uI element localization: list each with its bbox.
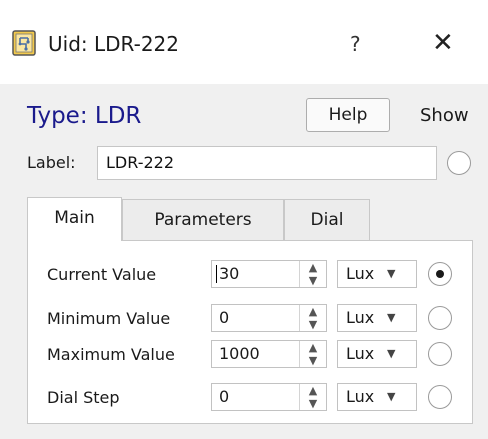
window-title: Uid: LDR-222 (48, 32, 180, 56)
dial-step-radio[interactable] (428, 385, 452, 409)
minimum-value-spinbox[interactable]: 0 ▲ ▼ (211, 304, 327, 332)
maximum-value-spinbox[interactable]: 1000 ▲ ▼ (211, 340, 327, 368)
dial-step-spinbox[interactable]: 0 ▲ ▼ (211, 383, 327, 411)
current-value-unit-select[interactable]: Lux ▼ (337, 260, 417, 288)
minimum-value-unit-select[interactable]: Lux ▼ (337, 304, 417, 332)
tab-dial[interactable]: Dial (284, 199, 370, 240)
tab-parameters[interactable]: Parameters (122, 199, 284, 240)
minimum-value-radio[interactable] (428, 306, 452, 330)
dropdown-arrow-icon: ▼ (387, 311, 396, 324)
current-value-spinbox[interactable]: 30 ▲ ▼ (211, 260, 327, 288)
dial-step-unit-select[interactable]: Lux ▼ (337, 383, 417, 411)
unit-label: Lux (346, 264, 375, 283)
dial-step-label: Dial Step (47, 388, 120, 407)
maximum-value-unit-select[interactable]: Lux ▼ (337, 340, 417, 368)
tab-main[interactable]: Main (27, 197, 122, 241)
dropdown-arrow-icon: ▼ (387, 267, 396, 280)
title-bar: Uid: LDR-222 ? ✕ (0, 0, 488, 84)
dropdown-arrow-icon: ▼ (387, 347, 396, 360)
type-title: Type: LDR (27, 103, 142, 129)
text-caret (216, 265, 217, 283)
unit-label: Lux (346, 308, 375, 327)
minimum-value-label: Minimum Value (47, 309, 171, 328)
show-radio[interactable] (447, 151, 471, 175)
maximum-value-label: Maximum Value (47, 345, 175, 364)
close-button[interactable]: ✕ (432, 26, 454, 60)
spin-arrows-icon[interactable]: ▲ ▼ (299, 384, 326, 410)
dial-step-input[interactable]: 0 (219, 384, 229, 410)
unit-label: Lux (346, 344, 375, 363)
help-button[interactable]: Help (306, 98, 390, 132)
current-value-input[interactable]: 30 (219, 261, 239, 287)
label-input[interactable]: LDR-222 (97, 146, 437, 180)
minimum-value-input[interactable]: 0 (219, 305, 229, 331)
maximum-value-radio[interactable] (428, 342, 452, 366)
dropdown-arrow-icon: ▼ (387, 390, 396, 403)
unit-label: Lux (346, 387, 375, 406)
show-label: Show (420, 105, 469, 126)
maximum-value-input[interactable]: 1000 (219, 341, 260, 367)
circuit-board-icon (12, 30, 38, 56)
label-caption: Label: (27, 153, 76, 172)
spin-arrows-icon[interactable]: ▲ ▼ (299, 261, 326, 287)
current-value-label: Current Value (47, 265, 157, 284)
spin-arrows-icon[interactable]: ▲ ▼ (299, 305, 326, 331)
spin-arrows-icon[interactable]: ▲ ▼ (299, 341, 326, 367)
context-help-button[interactable]: ? (350, 30, 361, 58)
current-value-radio[interactable] (428, 262, 452, 286)
radio-selected-dot (436, 270, 444, 278)
